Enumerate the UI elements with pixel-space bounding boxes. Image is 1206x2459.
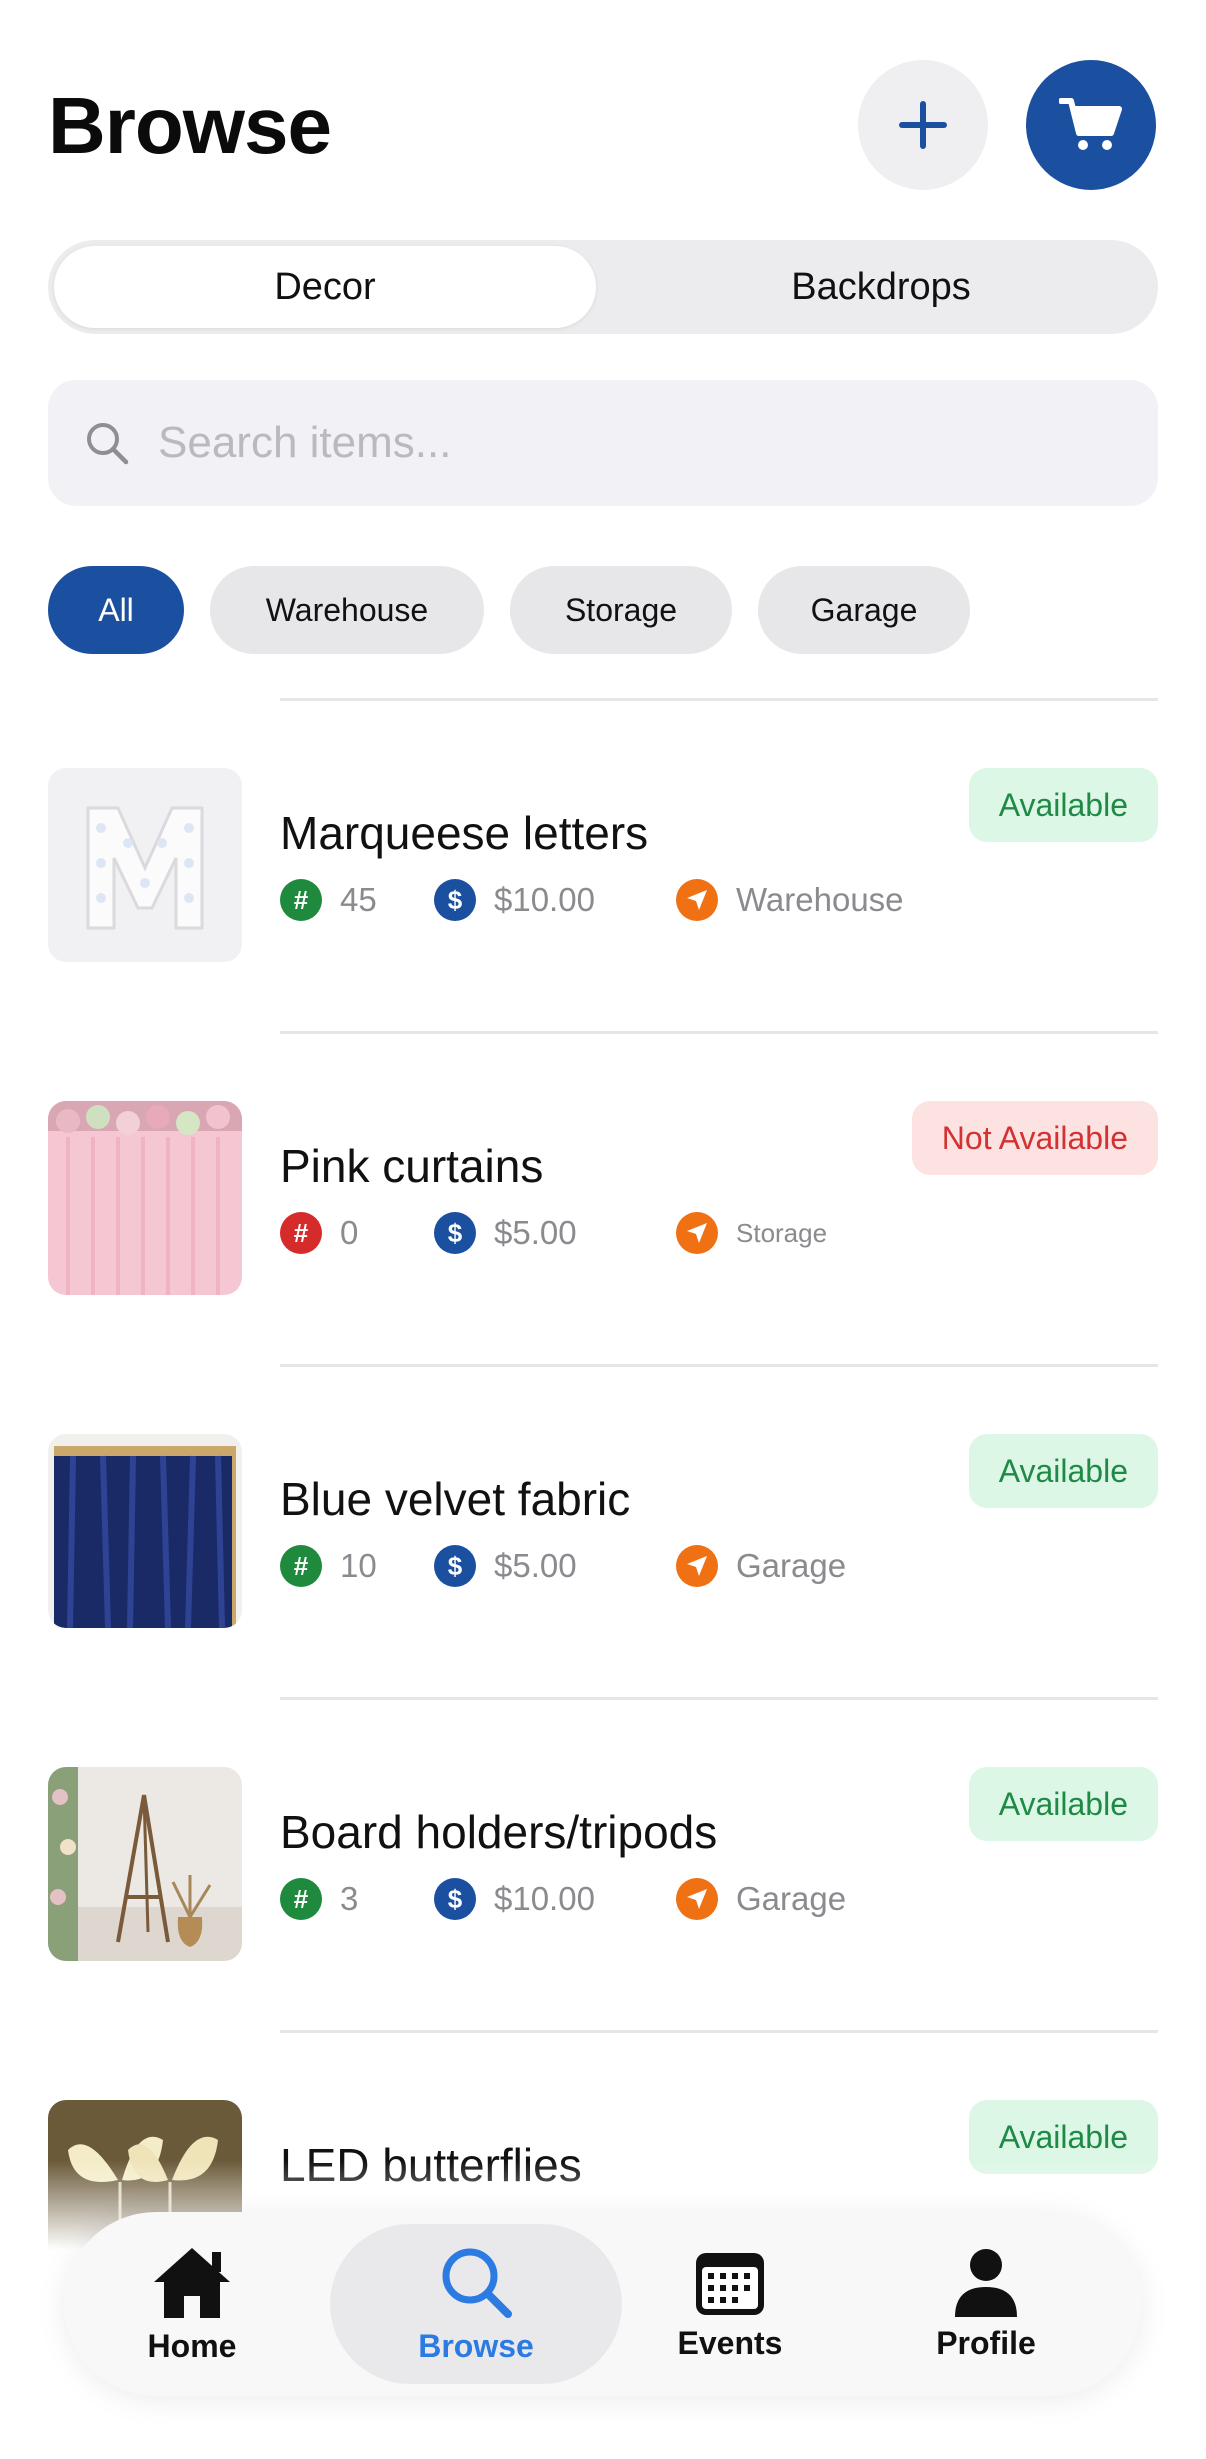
item-thumbnail [48, 1767, 242, 1961]
tab-label: Events [677, 2324, 783, 2361]
list-item[interactable]: Blue velvet fabric # 10 $ $5.00 Garage A… [0, 1364, 1206, 1697]
filter-chip-all[interactable]: All [48, 566, 184, 654]
search-icon [442, 2248, 512, 2318]
tab-profile[interactable]: Profile [886, 2212, 1086, 2396]
item-location: Garage [676, 1877, 846, 1921]
item-name: Board holders/tripods [280, 1806, 718, 1858]
item-location: Storage [676, 1211, 827, 1255]
tab-label: Home [147, 2327, 237, 2364]
item-name: Blue velvet fabric [280, 1473, 631, 1525]
filter-chip-garage[interactable]: Garage [758, 566, 970, 654]
tab-label: Browse [418, 2327, 534, 2364]
item-quantity: # 45 [280, 878, 377, 922]
item-thumbnail [48, 1101, 242, 1295]
status-badge: Available [968, 1434, 1158, 1508]
dollar-icon: $ [434, 1878, 476, 1920]
status-badge: Not Available [911, 1101, 1158, 1175]
search-bar [48, 380, 1158, 506]
item-price: $ $10.00 [434, 878, 595, 922]
item-quantity: # 3 [280, 1877, 358, 1921]
item-thumbnail [48, 1434, 242, 1628]
category-segmented-control: Decor Backdrops [48, 240, 1158, 334]
search-input[interactable] [158, 408, 1108, 478]
cart-button[interactable] [1026, 60, 1156, 190]
item-price: $ $5.00 [434, 1544, 577, 1588]
dollar-icon: $ [434, 879, 476, 921]
segment-decor[interactable]: Decor [54, 246, 596, 328]
tab-label: Profile [936, 2324, 1036, 2361]
location-arrow-icon [676, 879, 718, 921]
location-arrow-icon [676, 1878, 718, 1920]
list-item[interactable]: Board holders/tripods # 3 $ $10.00 Garag… [0, 1697, 1206, 2030]
cart-icon [1059, 98, 1122, 150]
item-thumbnail [48, 768, 242, 962]
hash-icon: # [280, 879, 322, 921]
item-name: Marqueese letters [280, 807, 649, 859]
dollar-icon: $ [434, 1212, 476, 1254]
item-name: Pink curtains [280, 1140, 544, 1192]
tab-browse[interactable]: Browse [330, 2224, 622, 2384]
tab-home[interactable]: Home [92, 2212, 292, 2396]
hash-icon: # [280, 1212, 322, 1254]
item-location: Garage [676, 1544, 846, 1588]
tab-events[interactable]: Events [630, 2212, 830, 2396]
search-icon [87, 423, 129, 465]
header: Browse [48, 60, 1158, 190]
person-icon [955, 2248, 1017, 2317]
segment-backdrops[interactable]: Backdrops [610, 246, 1152, 328]
hash-icon: # [280, 1545, 322, 1587]
plus-icon [899, 101, 947, 149]
location-arrow-icon [676, 1545, 718, 1587]
filter-chip-warehouse[interactable]: Warehouse [210, 566, 484, 654]
status-badge: Available [968, 768, 1158, 842]
dollar-icon: $ [434, 1545, 476, 1587]
hash-icon: # [280, 1878, 322, 1920]
filter-chip-storage[interactable]: Storage [510, 566, 732, 654]
calendar-icon [696, 2252, 764, 2315]
item-price: $ $5.00 [434, 1211, 577, 1255]
home-icon [154, 2247, 230, 2318]
tab-bar: Home Browse Events Profile [64, 2212, 1142, 2396]
add-item-button[interactable] [858, 60, 988, 190]
item-quantity: # 10 [280, 1544, 377, 1588]
status-badge: Available [968, 1767, 1158, 1841]
list-item[interactable]: Pink curtains # 0 $ $5.00 Storage Not Av… [0, 1031, 1206, 1364]
location-arrow-icon [676, 1212, 718, 1254]
item-price: $ $10.00 [434, 1877, 595, 1921]
item-location: Warehouse [676, 878, 904, 922]
item-quantity: # 0 [280, 1211, 358, 1255]
page-title: Browse [48, 81, 332, 170]
list-item[interactable]: Marqueese letters # 45 $ $10.00 Warehous… [0, 698, 1206, 1031]
